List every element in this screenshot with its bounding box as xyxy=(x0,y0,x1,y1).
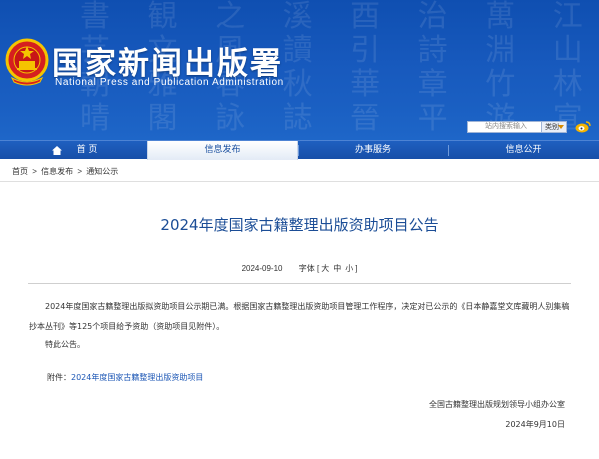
breadcrumb-separator: > xyxy=(32,167,37,176)
national-emblem-icon xyxy=(5,38,49,86)
search-placeholder: 站内搜索输入 xyxy=(485,123,527,130)
font-size-label: 字体 xyxy=(298,264,315,273)
weibo-icon[interactable] xyxy=(575,120,591,133)
content-divider xyxy=(28,283,571,284)
site-title-en: National Press and Publication Administr… xyxy=(55,77,284,88)
breadcrumb-home[interactable]: 首页 xyxy=(12,167,28,176)
font-size-bracket-open: [ xyxy=(316,264,320,273)
article-title: 2024年度国家古籍整理出版资助项目公告 xyxy=(160,216,439,234)
site-banner: 書 観 之 溪 酉 治 萬 江 源 馬 芸 文 風 讀 引 詩 淵 山 博 學 … xyxy=(0,0,599,140)
nav-item-info-disclosure[interactable]: 信息公开 xyxy=(448,141,599,160)
font-size-control: 字体 [大中小] xyxy=(299,264,358,273)
article-meta: 2024-09-10 字体 [大中小] xyxy=(0,263,599,274)
attachment-label: 附件： xyxy=(47,373,71,382)
category-label: 类别 xyxy=(545,123,559,131)
font-size-small[interactable]: 小 xyxy=(345,264,353,273)
article-paragraph-1: 2024年度国家古籍整理出版拟资助项目公示期已满。根据国家古籍整理出版资助项目管… xyxy=(29,302,570,331)
article-date: 2024-09-10 xyxy=(241,264,283,273)
font-size-large[interactable]: 大 xyxy=(321,264,329,273)
nav-item-home[interactable]: 首 页 xyxy=(50,141,110,160)
nav-item-services[interactable]: 办事服务 xyxy=(298,141,448,160)
article-paragraph-2: 特此公告。 xyxy=(45,340,85,349)
main-nav: 首 页 信息发布 办事服务 信息公开 xyxy=(0,140,599,160)
signature-date: 2024年9月10日 xyxy=(505,420,565,429)
breadcrumb-notices[interactable]: 通知公示 xyxy=(86,167,118,176)
breadcrumb: 首页 > 信息发布 > 通知公示 xyxy=(0,162,599,182)
font-size-bracket-close: ] xyxy=(355,264,358,273)
dropdown-arrow-icon xyxy=(558,125,564,129)
category-select[interactable]: 类别 xyxy=(541,121,567,133)
nav-item-info-release[interactable]: 信息发布 xyxy=(147,141,298,160)
attachment: 附件：2024年度国家古籍整理出版资助项目 xyxy=(47,372,203,383)
attachment-link[interactable]: 2024年度国家古籍整理出版资助项目 xyxy=(71,373,203,382)
breadcrumb-separator: > xyxy=(77,167,83,176)
signature: 全国古籍整理出版规划领导小组办公室 xyxy=(429,400,565,409)
search-input[interactable]: 站内搜索输入 xyxy=(467,121,542,133)
breadcrumb-info-release[interactable]: 信息发布 xyxy=(41,167,73,176)
font-size-medium[interactable]: 中 xyxy=(333,264,341,273)
